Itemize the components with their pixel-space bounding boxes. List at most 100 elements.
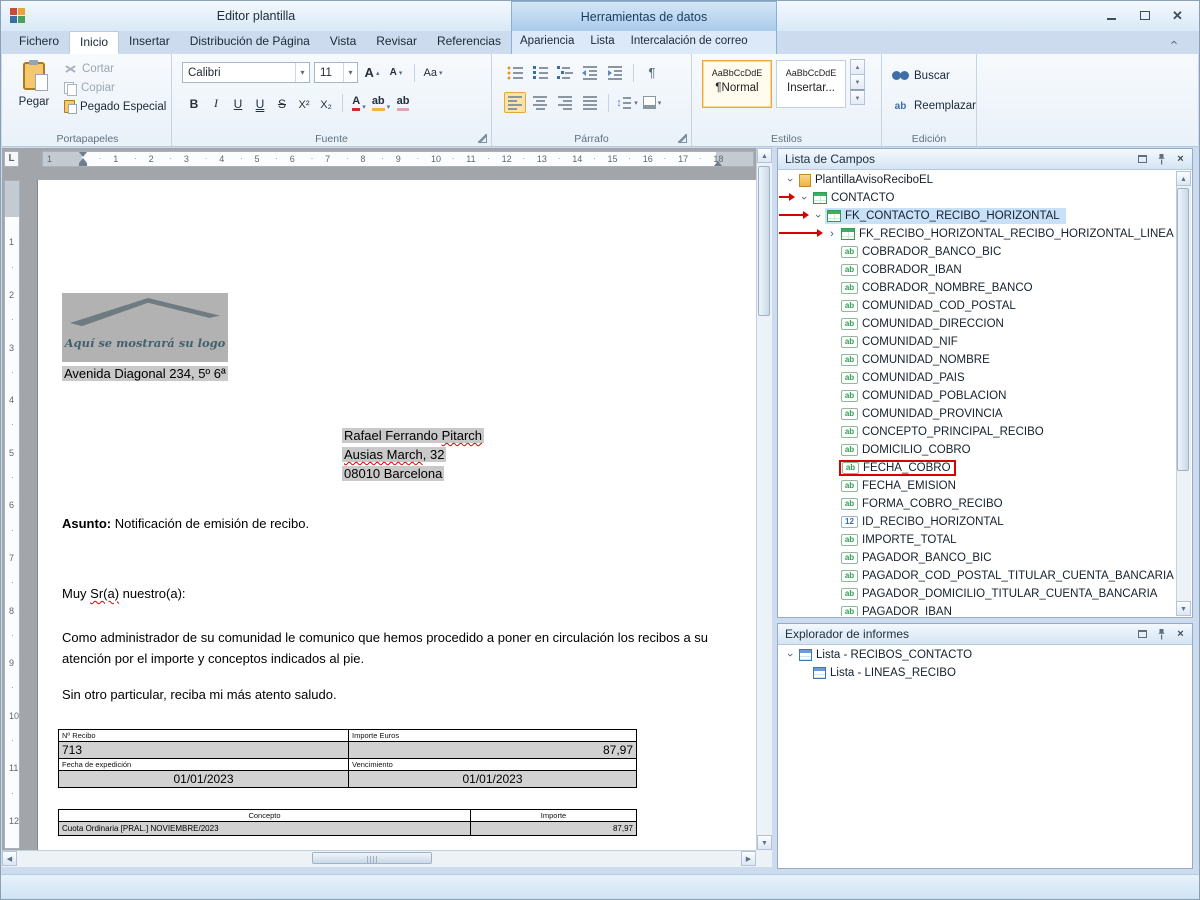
- field-item[interactable]: abCOMUNIDAD_PROVINCIA: [779, 405, 1176, 423]
- close-button[interactable]: ✕: [1164, 6, 1191, 25]
- scroll-up-icon[interactable]: ▲: [1176, 171, 1191, 186]
- expander-icon[interactable]: ›: [783, 174, 797, 186]
- font-family-combo[interactable]: Calibri ▾: [182, 62, 310, 83]
- horizontal-scroll-thumb[interactable]: [312, 852, 432, 864]
- left-indent-marker[interactable]: [79, 158, 87, 166]
- concept-header[interactable]: Concepto: [59, 810, 471, 822]
- font-size-combo[interactable]: 11 ▾: [314, 62, 358, 83]
- field-item[interactable]: abFECHA_COBRO: [779, 459, 1176, 477]
- underline-button[interactable]: U: [228, 92, 248, 113]
- align-center-button[interactable]: [529, 92, 551, 113]
- field-item[interactable]: abFORMA_COBRO_RECIBO: [779, 495, 1176, 513]
- field-item[interactable]: ›CONTACTO: [779, 189, 1176, 207]
- importe-header[interactable]: Importe: [471, 810, 637, 822]
- importe-cell[interactable]: 87,97: [471, 822, 637, 836]
- horizontal-ruler[interactable]: 1 1·2·3·4·5·6·7·8·9·10·11·12·13·14·15·16…: [2, 148, 756, 171]
- tab-referencias[interactable]: Referencias: [427, 31, 511, 54]
- report-item[interactable]: ›Lista - RECIBOS_CONTACTO: [779, 646, 1191, 664]
- due-date-header[interactable]: Vencimiento: [349, 759, 637, 771]
- paste-button[interactable]: Pegar: [10, 57, 58, 131]
- field-item[interactable]: abCOBRADOR_BANCO_BIC: [779, 243, 1176, 261]
- field-item[interactable]: abCOBRADOR_IBAN: [779, 261, 1176, 279]
- tab-lista[interactable]: Lista: [582, 31, 622, 54]
- tab-intercalaci-n-de-correo[interactable]: Intercalación de correo: [623, 31, 756, 54]
- report-item[interactable]: Lista - LINEAS_RECIBO: [779, 664, 1191, 682]
- bullet-list-button[interactable]: [504, 62, 526, 83]
- gallery-expand-button[interactable]: ▼: [850, 89, 865, 105]
- field-item[interactable]: abDOMICILIO_COBRO: [779, 441, 1176, 459]
- maximize-button[interactable]: [1131, 6, 1158, 25]
- increase-indent-button[interactable]: [604, 62, 626, 83]
- field-item[interactable]: abPAGADOR_BANCO_BIC: [779, 549, 1176, 567]
- shading-button[interactable]: ▾: [641, 92, 663, 113]
- field-item[interactable]: abCOBRADOR_NOMBRE_BANCO: [779, 279, 1176, 297]
- justify-button[interactable]: [579, 92, 601, 113]
- scroll-down-icon[interactable]: ▼: [1176, 601, 1191, 616]
- field-item[interactable]: abPAGADOR_COD_POSTAL_TITULAR_CUENTA_BANC…: [779, 567, 1176, 585]
- recipient-line[interactable]: 08010 Barcelona: [342, 464, 484, 483]
- bold-button[interactable]: B: [184, 92, 204, 113]
- grow-font-button[interactable]: A▴: [362, 62, 382, 83]
- issue-date-cell[interactable]: 01/01/2023: [59, 771, 349, 788]
- tab-revisar[interactable]: Revisar: [366, 31, 427, 54]
- tab-insertar[interactable]: Insertar: [119, 31, 180, 54]
- recipient-line[interactable]: Ausias March, 32: [342, 445, 484, 464]
- salutation-line[interactable]: Muy Sr(a) nuestro(a):: [62, 586, 186, 601]
- maximize-panel-icon[interactable]: [1136, 153, 1149, 166]
- double-underline-button[interactable]: U: [250, 92, 270, 113]
- scroll-up-icon[interactable]: ▲: [757, 148, 772, 163]
- concept-cell[interactable]: Cuota Ordinaria [PRAL.] NOVIEMBRE/2023: [59, 822, 471, 836]
- minimize-button[interactable]: [1098, 6, 1125, 25]
- tab-selector-button[interactable]: L: [4, 151, 19, 167]
- field-item[interactable]: abCOMUNIDAD_DIRECCION: [779, 315, 1176, 333]
- maximize-panel-icon[interactable]: [1136, 628, 1149, 641]
- tab-distribuci-n-de-p-gina[interactable]: Distribución de Página: [180, 31, 320, 54]
- recipient-block[interactable]: Rafael Ferrando PitarchAusias March, 320…: [342, 426, 484, 483]
- field-item[interactable]: abCOMUNIDAD_PAIS: [779, 369, 1176, 387]
- tab-vista[interactable]: Vista: [320, 31, 366, 54]
- tab-inicio[interactable]: Inicio: [69, 31, 119, 54]
- first-line-indent-marker[interactable]: [79, 152, 87, 157]
- field-item[interactable]: abCOMUNIDAD_COD_POSTAL: [779, 297, 1176, 315]
- field-item[interactable]: ›FK_RECIBO_HORIZONTAL_RECIBO_HORIZONTAL_…: [779, 225, 1176, 243]
- line-spacing-button[interactable]: ▾: [616, 92, 638, 113]
- superscript-button[interactable]: X²: [294, 92, 314, 113]
- document-horizontal-scrollbar[interactable]: ◀ ▶: [2, 850, 756, 867]
- scroll-right-icon[interactable]: ▶: [741, 851, 756, 866]
- subject-line[interactable]: Asunto: Notificación de emisión de recib…: [62, 516, 309, 531]
- expander-icon[interactable]: ›: [783, 649, 797, 661]
- close-panel-icon[interactable]: ×: [1174, 628, 1187, 641]
- due-date-cell[interactable]: 01/01/2023: [349, 771, 637, 788]
- multilevel-list-button[interactable]: [554, 62, 576, 83]
- expander-icon[interactable]: ›: [797, 192, 811, 204]
- field-item[interactable]: abCOMUNIDAD_NIF: [779, 333, 1176, 351]
- gallery-down-button[interactable]: ▼: [850, 74, 865, 90]
- field-item[interactable]: abIMPORTE_TOTAL: [779, 531, 1176, 549]
- field-list-header[interactable]: Lista de Campos ×: [778, 149, 1192, 170]
- replace-button[interactable]: Reemplazar: [890, 96, 978, 115]
- field-item[interactable]: abPAGADOR_IBAN: [779, 603, 1176, 616]
- field-item[interactable]: 12ID_RECIBO_HORIZONTAL: [779, 513, 1176, 531]
- subscript-button[interactable]: X₂: [316, 92, 336, 113]
- field-item[interactable]: abPAGADOR_DOMICILIO_TITULAR_CUENTA_BANCA…: [779, 585, 1176, 603]
- expander-icon[interactable]: ›: [825, 228, 839, 240]
- font-dialog-launcher[interactable]: [478, 134, 487, 143]
- logo-placeholder-image[interactable]: Aquí se mostrará su logo: [62, 293, 228, 362]
- clear-formatting-button[interactable]: ab: [393, 92, 413, 113]
- document-page[interactable]: Aquí se mostrará su logo Avenida Diagona…: [38, 180, 756, 867]
- gallery-up-button[interactable]: ▲: [850, 59, 865, 75]
- chevron-down-icon[interactable]: ▾: [343, 63, 357, 82]
- concept-table[interactable]: ConceptoImporte Cuota Ordinaria [PRAL.] …: [58, 809, 637, 836]
- receipt-number-header[interactable]: Nº Recibo: [59, 730, 349, 742]
- highlight-button[interactable]: ab▾: [371, 92, 391, 113]
- expander-icon[interactable]: ›: [811, 210, 825, 222]
- receipt-table[interactable]: Nº ReciboImporte Euros 71387,97 Fecha de…: [58, 729, 637, 788]
- field-list-scrollbar[interactable]: ▲ ▼: [1176, 171, 1191, 616]
- italic-button[interactable]: I: [206, 92, 226, 113]
- field-item[interactable]: abCOMUNIDAD_POBLACION: [779, 387, 1176, 405]
- issue-date-header[interactable]: Fecha de expedición: [59, 759, 349, 771]
- style-insertar[interactable]: AaBbCcDdE Insertar...: [776, 60, 846, 108]
- close-panel-icon[interactable]: ×: [1174, 153, 1187, 166]
- change-case-button[interactable]: Aa▾: [423, 62, 443, 83]
- find-button[interactable]: Buscar: [890, 66, 952, 85]
